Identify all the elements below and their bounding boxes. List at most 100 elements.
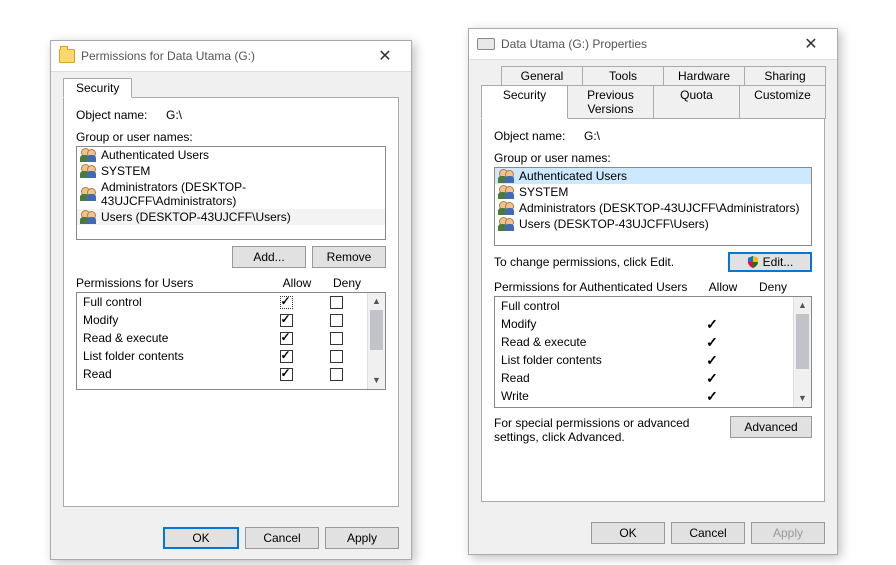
perm-row: Read & execute xyxy=(77,329,367,347)
users-icon xyxy=(81,164,97,178)
scroll-down-button[interactable]: ▼ xyxy=(794,390,811,407)
list-item-label: Administrators (DESKTOP-43UJCFF\Administ… xyxy=(101,180,381,208)
close-button[interactable]: ✕ xyxy=(365,46,405,66)
tab-tools[interactable]: Tools xyxy=(582,66,664,86)
list-item[interactable]: SYSTEM xyxy=(77,163,385,179)
users-icon xyxy=(499,169,515,183)
deny-checkbox[interactable] xyxy=(330,368,343,381)
allow-check-icon: ✓ xyxy=(706,352,718,368)
perm-row: Write ✓ xyxy=(495,387,793,405)
object-name-label: Object name: xyxy=(494,129,584,143)
list-item-label: Authenticated Users xyxy=(101,148,209,162)
perm-name: List folder contents xyxy=(501,353,687,367)
deny-checkbox[interactable] xyxy=(330,314,343,327)
scroll-up-button[interactable]: ▲ xyxy=(368,293,385,310)
tab-security[interactable]: Security xyxy=(481,85,568,119)
list-item-label: Authenticated Users xyxy=(519,169,627,183)
drive-icon xyxy=(477,38,495,50)
permissions-for-label: Permissions for Authenticated Users xyxy=(494,280,698,294)
change-permissions-label: To change permissions, click Edit. xyxy=(494,255,728,269)
perm-name: Full control xyxy=(83,295,261,309)
list-item[interactable]: SYSTEM xyxy=(495,184,811,200)
deny-header: Deny xyxy=(322,276,372,290)
allow-header: Allow xyxy=(272,276,322,290)
deny-checkbox[interactable] xyxy=(330,296,343,309)
tab-general[interactable]: General xyxy=(501,66,583,86)
allow-checkbox[interactable] xyxy=(280,332,293,345)
tab-previous-versions[interactable]: Previous Versions xyxy=(567,85,654,119)
object-name-label: Object name: xyxy=(76,108,166,122)
list-item-label: Users (DESKTOP-43UJCFF\Users) xyxy=(519,217,709,231)
deny-checkbox[interactable] xyxy=(330,332,343,345)
list-item-label: Users (DESKTOP-43UJCFF\Users) xyxy=(101,210,291,224)
allow-check-icon: ✓ xyxy=(706,388,718,404)
tab-hardware[interactable]: Hardware xyxy=(663,66,745,86)
list-item[interactable]: Users (DESKTOP-43UJCFF\Users) xyxy=(495,216,811,232)
scrollbar[interactable]: ▲ ▼ xyxy=(793,297,811,407)
properties-dialog: Data Utama (G:) Properties ✕ General Too… xyxy=(468,28,838,555)
scrollbar[interactable]: ▲ ▼ xyxy=(367,293,385,389)
perm-row: Read ✓ xyxy=(495,369,793,387)
perm-row: Full control xyxy=(77,293,367,311)
scroll-up-button[interactable]: ▲ xyxy=(794,297,811,314)
titlebar: Permissions for Data Utama (G:) ✕ xyxy=(51,41,411,72)
perm-name: Write xyxy=(501,389,687,403)
deny-header: Deny xyxy=(748,280,798,294)
perm-name: List folder contents xyxy=(83,349,261,363)
scroll-thumb[interactable] xyxy=(796,314,809,369)
deny-checkbox[interactable] xyxy=(330,350,343,363)
allow-checkbox[interactable] xyxy=(280,296,293,309)
window-title: Permissions for Data Utama (G:) xyxy=(75,49,365,63)
cancel-button[interactable]: Cancel xyxy=(245,527,319,549)
perm-row: List folder contents ✓ xyxy=(495,351,793,369)
scroll-down-button[interactable]: ▼ xyxy=(368,372,385,389)
perm-name: Read xyxy=(83,367,261,381)
close-button[interactable]: ✕ xyxy=(791,34,831,54)
perm-name: Modify xyxy=(83,313,261,327)
users-icon xyxy=(499,201,515,215)
add-button[interactable]: Add... xyxy=(232,246,306,268)
list-item[interactable]: Authenticated Users xyxy=(77,147,385,163)
advanced-button[interactable]: Advanced xyxy=(730,416,812,438)
list-item[interactable]: Administrators (DESKTOP-43UJCFF\Administ… xyxy=(77,179,385,209)
object-name-value: G:\ xyxy=(584,129,600,143)
perm-row: Read xyxy=(77,365,367,383)
list-item[interactable]: Authenticated Users xyxy=(495,168,811,184)
perm-name: Read & execute xyxy=(501,335,687,349)
edit-button[interactable]: Edit... xyxy=(728,252,812,272)
group-user-listbox[interactable]: Authenticated Users SYSTEM Administrator… xyxy=(76,146,386,240)
perm-row: Modify ✓ xyxy=(495,315,793,333)
tab-sharing[interactable]: Sharing xyxy=(744,66,826,86)
scroll-thumb[interactable] xyxy=(370,310,383,350)
perm-row: Modify xyxy=(77,311,367,329)
apply-button[interactable]: Apply xyxy=(751,522,825,544)
list-item[interactable]: Users (DESKTOP-43UJCFF\Users) xyxy=(77,209,385,225)
list-item[interactable]: Administrators (DESKTOP-43UJCFF\Administ… xyxy=(495,200,811,216)
ok-button[interactable]: OK xyxy=(591,522,665,544)
edit-button-label: Edit... xyxy=(763,255,794,269)
titlebar: Data Utama (G:) Properties ✕ xyxy=(469,29,837,60)
folder-icon xyxy=(59,49,75,63)
window-title: Data Utama (G:) Properties xyxy=(495,37,791,51)
apply-button[interactable]: Apply xyxy=(325,527,399,549)
allow-checkbox[interactable] xyxy=(280,314,293,327)
permissions-dialog: Permissions for Data Utama (G:) ✕ Securi… xyxy=(50,40,412,560)
perm-row: Full control xyxy=(495,297,793,315)
group-user-label: Group or user names: xyxy=(494,151,812,165)
ok-button[interactable]: OK xyxy=(163,527,239,549)
group-user-listbox[interactable]: Authenticated Users SYSTEM Administrator… xyxy=(494,167,812,246)
tab-customize[interactable]: Customize xyxy=(739,85,826,119)
allow-check-icon: ✓ xyxy=(706,316,718,332)
allow-check-icon: ✓ xyxy=(706,334,718,350)
group-user-label: Group or user names: xyxy=(76,130,386,144)
shield-icon xyxy=(747,256,759,268)
remove-button[interactable]: Remove xyxy=(312,246,386,268)
allow-header: Allow xyxy=(698,280,748,294)
allow-checkbox[interactable] xyxy=(280,350,293,363)
allow-checkbox[interactable] xyxy=(280,368,293,381)
tab-security[interactable]: Security xyxy=(63,78,132,98)
perm-name: Read xyxy=(501,371,687,385)
permissions-listbox: Full control Modify ✓ Read & execute ✓ xyxy=(494,296,812,408)
cancel-button[interactable]: Cancel xyxy=(671,522,745,544)
tab-quota[interactable]: Quota xyxy=(653,85,740,119)
